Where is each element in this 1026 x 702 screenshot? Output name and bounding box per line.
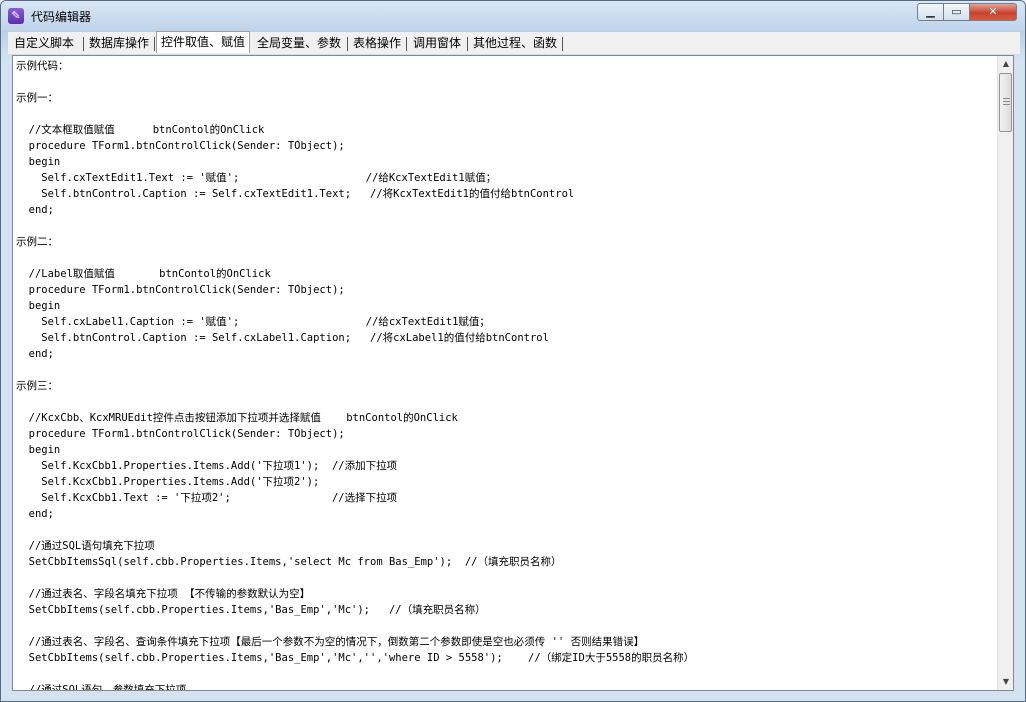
code-line: 示例代码：	[16, 60, 69, 72]
code-line: Self.btnControl.Caption := Self.cxLabel1…	[16, 332, 549, 344]
maximize-button[interactable]: ▭	[943, 3, 970, 21]
tab-call-form[interactable]: 调用窗体	[413, 33, 461, 53]
code-line: end;	[16, 508, 54, 520]
code-line: SetCbbItems(self.cbb.Properties.Items,'B…	[16, 604, 486, 616]
minimize-icon: ▁	[926, 5, 935, 18]
code-line: //文本框取值赋值 btnContol的OnClick	[16, 124, 265, 136]
code-line: //KcxCbb、KcxMRUEdit控件点击按钮添加下拉项并选择赋值 btnC…	[16, 412, 458, 424]
tab-strip: 自定义脚本 数据库操作 控件取值、赋值 全局变量、参数 表格操作 调用窗体 其他…	[8, 31, 1020, 54]
tab-separator	[562, 37, 563, 51]
code-line: //Label取值赋值 btnContol的OnClick	[16, 268, 271, 280]
window-title: 代码编辑器	[31, 10, 92, 24]
code-line: begin	[16, 156, 61, 168]
title-bar[interactable]: ✎ 代码编辑器 ▁ ▭ ✕	[1, 1, 1025, 31]
tab-separator	[83, 37, 84, 51]
editor-app-icon: ✎	[8, 8, 24, 24]
minimize-button[interactable]: ▁	[917, 3, 944, 21]
code-line: //通过表名、字段名填充下拉项 【不传输的参数默认为空】	[16, 588, 311, 600]
scroll-down-arrow-icon[interactable]: ▼	[998, 674, 1013, 690]
code-line: 示例二：	[16, 236, 58, 248]
code-text-area[interactable]: 示例代码： 示例一： //文本框取值赋值 btnContol的OnClick pr…	[12, 55, 1014, 691]
tab-table-operations[interactable]: 表格操作	[353, 33, 401, 53]
code-line: Self.cxLabel1.Caption := '赋值'; //给cxText…	[16, 316, 490, 328]
code-line: begin	[16, 300, 61, 312]
thumb-grip	[1003, 104, 1010, 105]
close-icon: ✕	[988, 5, 998, 18]
code-line: 示例一：	[16, 92, 58, 104]
tab-database[interactable]: 数据库操作	[89, 33, 149, 53]
tab-separator	[467, 37, 468, 51]
code-line: 示例三：	[16, 380, 58, 392]
code-line: end;	[16, 348, 54, 360]
scrollbar-thumb[interactable]	[999, 73, 1012, 132]
code-line: //通过表名、字段名、查询条件填充下拉项【最后一个参数不为空的情况下，倒数第二个…	[16, 636, 645, 648]
code-line: procedure TForm1.btnControlClick(Sender:…	[16, 140, 345, 152]
tab-global-variables[interactable]: 全局变量、参数	[257, 33, 341, 53]
code-content[interactable]: 示例代码： 示例一： //文本框取值赋值 btnContol的OnClick pr…	[16, 58, 996, 691]
code-line: Self.KcxCbb1.Properties.Items.Add('下拉项1'…	[16, 460, 398, 472]
code-line: procedure TForm1.btnControlClick(Sender:…	[16, 284, 345, 296]
code-line: procedure TForm1.btnControlClick(Sender:…	[16, 428, 345, 440]
tab-control-values[interactable]: 控件取值、赋值	[156, 31, 251, 53]
code-line: SetCbbItems(self.cbb.Properties.Items,'B…	[16, 652, 695, 664]
vertical-scrollbar[interactable]: ▲ ▼	[997, 56, 1013, 690]
maximize-icon: ▭	[951, 5, 962, 18]
code-line: Self.KcxCbb1.Text := '下拉项2'; //选择下拉项	[16, 492, 398, 504]
tab-separator	[154, 37, 155, 51]
code-line: //通过SQL语句、参数填充下拉项	[16, 684, 187, 691]
code-line: //通过SQL语句填充下拉项	[16, 540, 155, 552]
tab-separator	[347, 37, 348, 51]
code-line: Self.KcxCbb1.Properties.Items.Add('下拉项2'…	[16, 476, 320, 488]
code-line: Self.cxTextEdit1.Text := '赋值'; //给KcxTex…	[16, 172, 497, 184]
code-line: end;	[16, 204, 54, 216]
code-line: SetCbbItemsSql(self.cbb.Properties.Items…	[16, 556, 562, 568]
close-button[interactable]: ✕	[969, 3, 1017, 21]
thumb-grip	[1003, 98, 1010, 99]
thumb-grip	[1003, 101, 1010, 102]
tab-custom-script[interactable]: 自定义脚本	[14, 33, 74, 53]
scroll-up-arrow-icon[interactable]: ▲	[998, 56, 1013, 72]
code-line: begin	[16, 444, 61, 456]
tab-other-functions[interactable]: 其他过程、函数	[473, 33, 557, 53]
tab-separator	[406, 37, 407, 51]
code-line: Self.btnControl.Caption := Self.cxTextEd…	[16, 188, 575, 200]
code-editor-window: ✎ 代码编辑器 ▁ ▭ ✕ 自定义脚本 数据库操作 控件取值、赋值 全局变量、参…	[0, 0, 1026, 702]
